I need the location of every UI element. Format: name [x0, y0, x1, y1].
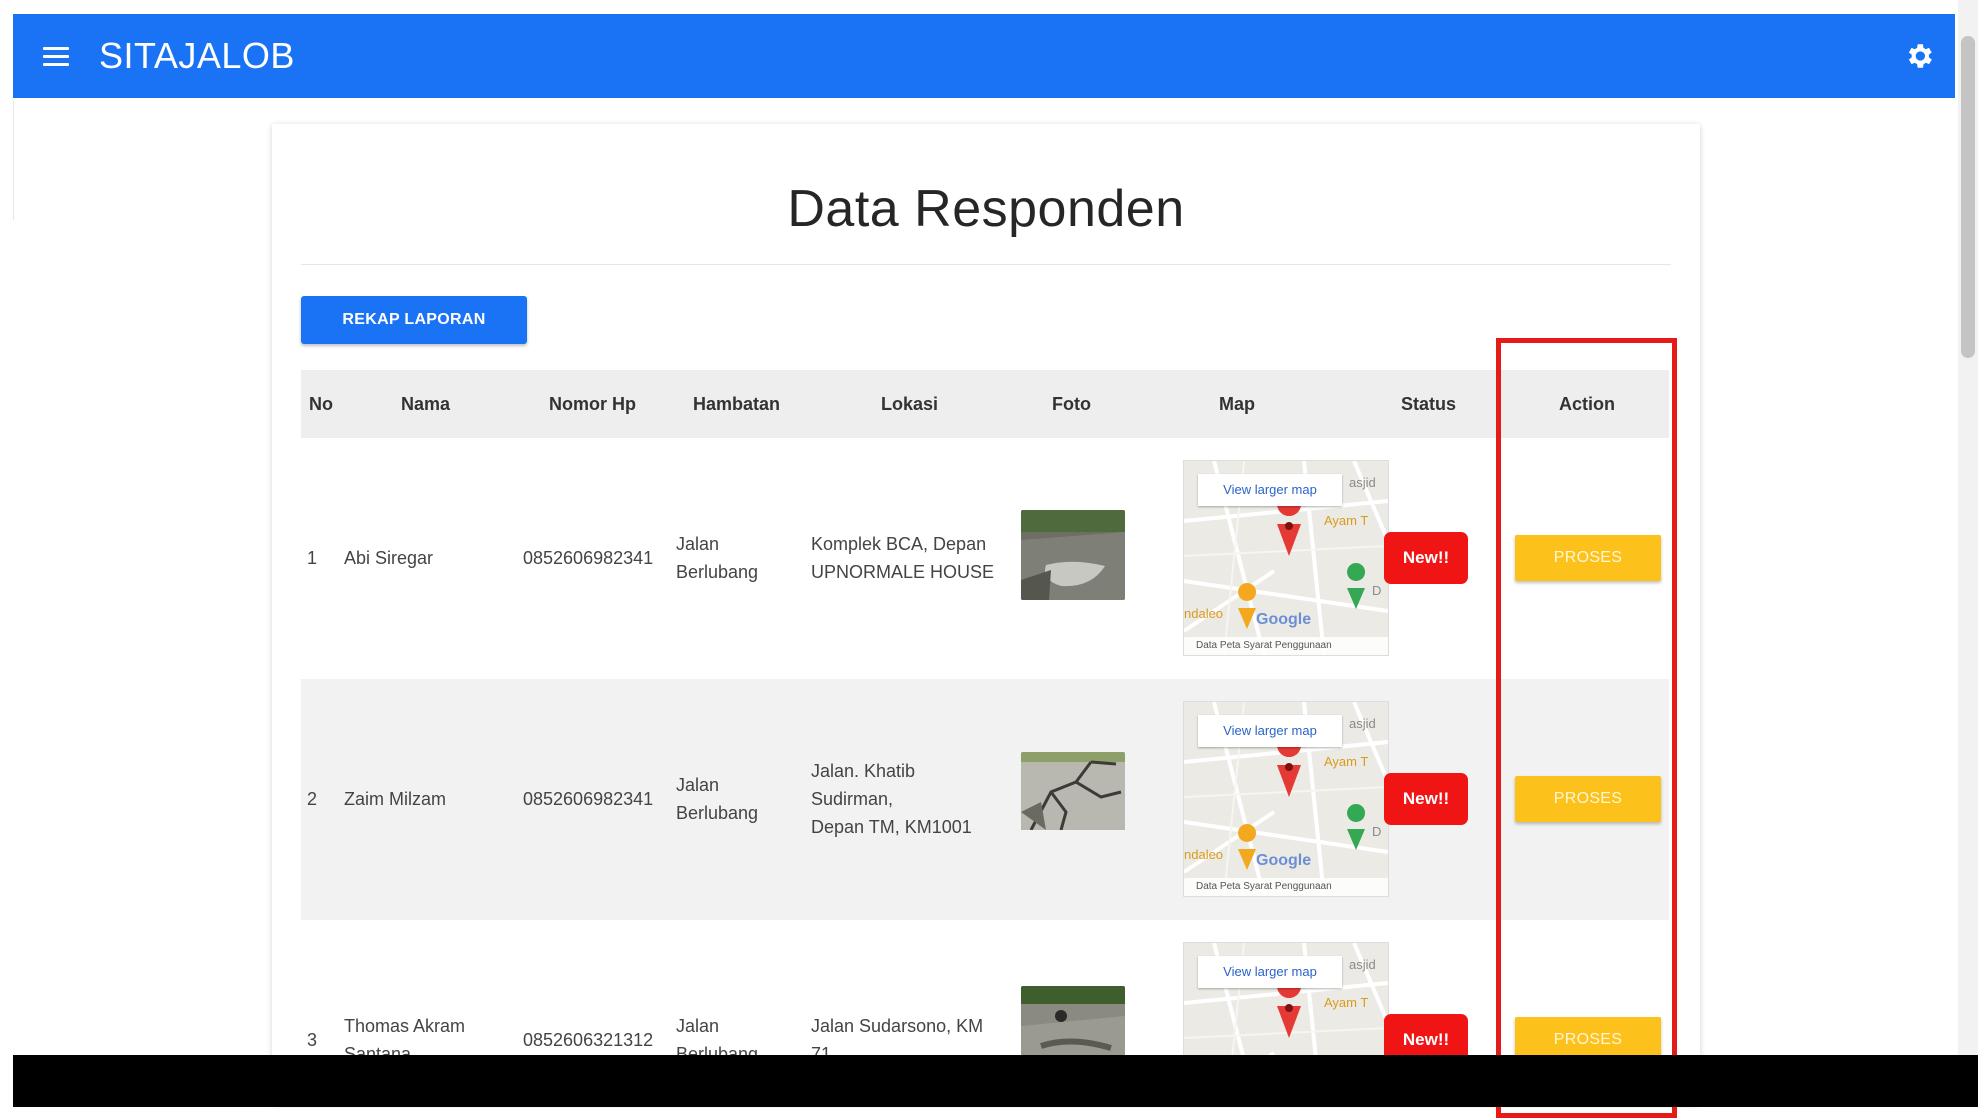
bottom-black-bar: [13, 1055, 1978, 1107]
left-border-line: [13, 100, 14, 220]
header-action: Action: [1559, 394, 1615, 414]
cell-no: 1: [307, 548, 318, 568]
view-larger-map-link[interactable]: View larger map: [1198, 474, 1342, 506]
cell-nomor-hp: 0852606321312: [523, 1030, 654, 1050]
view-larger-map-link[interactable]: View larger map: [1198, 956, 1342, 988]
left-margin: [0, 0, 13, 1107]
cell-nomor-hp: 0852606982341: [523, 789, 654, 809]
hamburger-menu-icon[interactable]: [43, 46, 69, 66]
road-damage-photo[interactable]: [1021, 510, 1125, 600]
page-title: Data Responden: [787, 180, 1185, 238]
header-nama: Nama: [401, 394, 451, 414]
header-foto: Foto: [1052, 394, 1091, 414]
view-larger-map-link[interactable]: View larger map: [1198, 715, 1342, 747]
app-title: SITAJALOB: [99, 35, 295, 76]
header-status: Status: [1401, 394, 1457, 414]
title-divider: [301, 264, 1671, 265]
cell-nama: Zaim Milzam: [344, 789, 446, 809]
cell-hambatan: Jalan Berlubang: [676, 534, 759, 582]
cell-lokasi: Jalan. Khatib Sudirman, Depan TM, KM1001: [811, 761, 972, 837]
proses-button[interactable]: PROSES: [1515, 535, 1661, 581]
cell-no: 3: [307, 1030, 318, 1050]
header-nomor-hp: Nomor Hp: [549, 394, 636, 414]
gear-icon[interactable]: [1903, 40, 1935, 72]
cell-hambatan: Jalan Berlubang: [676, 775, 759, 823]
location-map[interactable]: View larger map asjid Ayam T ndaleo D Go…: [1183, 460, 1389, 656]
location-map[interactable]: View larger map asjid Ayam T ndaleo D Go…: [1183, 701, 1389, 897]
road-damage-photo[interactable]: [1021, 752, 1125, 842]
google-logo: Google: [1256, 611, 1312, 628]
table-row: 2 Zaim Milzam 0852606982341 Jalan Berlub…: [301, 679, 1669, 920]
scrollbar-thumb[interactable]: [1961, 36, 1975, 358]
map-footer[interactable]: Data Peta Syarat Penggunaan: [1184, 878, 1388, 896]
cell-lokasi: Komplek BCA, Depan UPNORMALE HOUSE: [811, 534, 995, 582]
proses-button[interactable]: PROSES: [1515, 776, 1661, 822]
header-lokasi: Lokasi: [881, 394, 939, 414]
status-badge: New!!: [1384, 532, 1468, 584]
cell-nomor-hp: 0852606982341: [523, 548, 654, 568]
google-logo: Google: [1256, 852, 1312, 869]
header-map: Map: [1219, 394, 1255, 414]
cell-no: 2: [307, 789, 318, 809]
data-card: Data Responden REKAP LAPORAN No Nama Nom…: [272, 124, 1700, 1104]
header-no: No: [309, 394, 333, 414]
map-footer[interactable]: Data Peta Syarat Penggunaan: [1184, 637, 1388, 655]
header-hambatan: Hambatan: [693, 394, 781, 414]
app-bar: SITAJALOB: [13, 14, 1955, 98]
status-badge: New!!: [1384, 773, 1468, 825]
rekap-laporan-button[interactable]: REKAP LAPORAN: [301, 296, 527, 344]
table-row: 1 Abi Siregar 0852606982341 Jalan Berlub…: [301, 438, 1669, 679]
cell-nama: Abi Siregar: [344, 548, 434, 568]
table-header: No Nama Nomor Hp Hambatan Lokasi Foto Ma…: [301, 370, 1669, 438]
